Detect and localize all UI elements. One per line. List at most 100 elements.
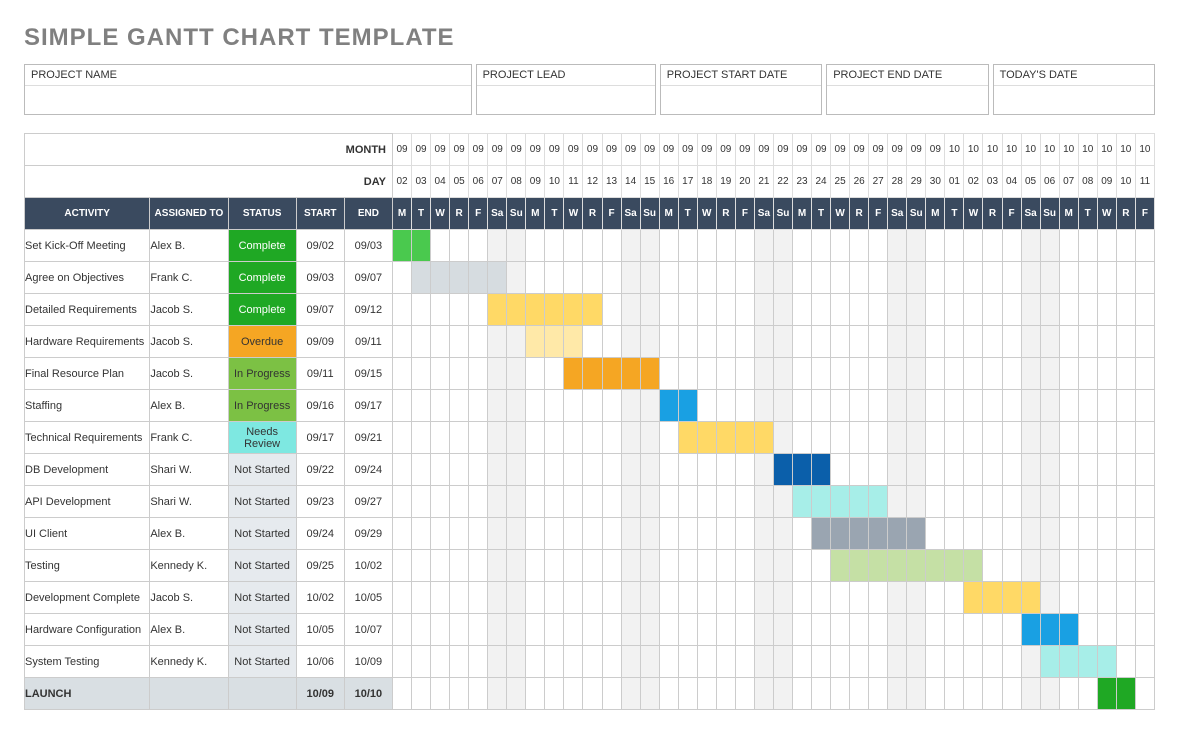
gantt-cell[interactable] xyxy=(583,518,602,550)
activity-cell[interactable]: Hardware Requirements xyxy=(25,326,150,358)
assigned-cell[interactable]: Alex B. xyxy=(150,518,228,550)
gantt-cell[interactable] xyxy=(831,422,850,454)
gantt-cell[interactable] xyxy=(640,230,659,262)
gantt-cell[interactable] xyxy=(393,646,412,678)
gantt-cell[interactable] xyxy=(735,230,754,262)
gantt-cell[interactable] xyxy=(1040,230,1059,262)
gantt-cell[interactable] xyxy=(431,646,450,678)
gantt-cell[interactable] xyxy=(583,358,602,390)
gantt-cell[interactable] xyxy=(659,294,678,326)
gantt-cell[interactable] xyxy=(1078,230,1097,262)
gantt-cell[interactable] xyxy=(1002,582,1021,614)
gantt-cell[interactable] xyxy=(545,646,564,678)
gantt-cell[interactable] xyxy=(488,262,507,294)
gantt-cell[interactable] xyxy=(1040,582,1059,614)
start-cell[interactable]: 09/24 xyxy=(296,518,344,550)
gantt-cell[interactable] xyxy=(850,358,869,390)
status-cell[interactable]: In Progress xyxy=(228,390,296,422)
gantt-cell[interactable] xyxy=(545,454,564,486)
start-cell[interactable]: 09/07 xyxy=(296,294,344,326)
gantt-cell[interactable] xyxy=(1021,454,1040,486)
gantt-cell[interactable] xyxy=(792,358,811,390)
gantt-cell[interactable] xyxy=(773,582,792,614)
gantt-cell[interactable] xyxy=(1097,678,1116,710)
gantt-cell[interactable] xyxy=(602,614,621,646)
gantt-cell[interactable] xyxy=(602,486,621,518)
gantt-cell[interactable] xyxy=(983,390,1002,422)
gantt-cell[interactable] xyxy=(469,678,488,710)
gantt-cell[interactable] xyxy=(869,454,888,486)
gantt-cell[interactable] xyxy=(393,422,412,454)
gantt-cell[interactable] xyxy=(1078,582,1097,614)
gantt-cell[interactable] xyxy=(697,294,716,326)
gantt-cell[interactable] xyxy=(926,518,945,550)
activity-cell[interactable]: Technical Requirements xyxy=(25,422,150,454)
gantt-cell[interactable] xyxy=(1078,646,1097,678)
gantt-cell[interactable] xyxy=(412,326,431,358)
gantt-cell[interactable] xyxy=(621,230,640,262)
gantt-cell[interactable] xyxy=(545,614,564,646)
gantt-cell[interactable] xyxy=(926,390,945,422)
gantt-cell[interactable] xyxy=(716,294,735,326)
gantt-cell[interactable] xyxy=(907,486,926,518)
gantt-cell[interactable] xyxy=(412,582,431,614)
gantt-cell[interactable] xyxy=(831,550,850,582)
gantt-cell[interactable] xyxy=(1002,358,1021,390)
gantt-cell[interactable] xyxy=(469,326,488,358)
gantt-cell[interactable] xyxy=(564,486,583,518)
gantt-cell[interactable] xyxy=(564,614,583,646)
gantt-cell[interactable] xyxy=(1059,230,1078,262)
gantt-cell[interactable] xyxy=(640,294,659,326)
gantt-cell[interactable] xyxy=(469,358,488,390)
gantt-cell[interactable] xyxy=(869,550,888,582)
assigned-cell[interactable]: Jacob S. xyxy=(150,582,228,614)
gantt-cell[interactable] xyxy=(526,550,545,582)
gantt-cell[interactable] xyxy=(1135,646,1154,678)
gantt-cell[interactable] xyxy=(469,582,488,614)
gantt-cell[interactable] xyxy=(488,454,507,486)
gantt-cell[interactable] xyxy=(964,326,983,358)
gantt-cell[interactable] xyxy=(545,262,564,294)
gantt-cell[interactable] xyxy=(507,614,526,646)
gantt-cell[interactable] xyxy=(583,262,602,294)
gantt-cell[interactable] xyxy=(393,390,412,422)
gantt-cell[interactable] xyxy=(850,518,869,550)
gantt-cell[interactable] xyxy=(869,486,888,518)
gantt-cell[interactable] xyxy=(964,390,983,422)
gantt-cell[interactable] xyxy=(545,678,564,710)
gantt-cell[interactable] xyxy=(1040,358,1059,390)
gantt-cell[interactable] xyxy=(964,422,983,454)
gantt-cell[interactable] xyxy=(792,614,811,646)
gantt-cell[interactable] xyxy=(621,678,640,710)
status-cell[interactable]: Not Started xyxy=(228,646,296,678)
gantt-cell[interactable] xyxy=(469,614,488,646)
gantt-cell[interactable] xyxy=(526,230,545,262)
gantt-cell[interactable] xyxy=(659,486,678,518)
activity-cell[interactable]: UI Client xyxy=(25,518,150,550)
activity-cell[interactable]: Detailed Requirements xyxy=(25,294,150,326)
gantt-cell[interactable] xyxy=(1116,550,1135,582)
gantt-cell[interactable] xyxy=(735,390,754,422)
gantt-cell[interactable] xyxy=(945,230,964,262)
gantt-cell[interactable] xyxy=(754,518,773,550)
gantt-cell[interactable] xyxy=(869,646,888,678)
gantt-cell[interactable] xyxy=(1097,422,1116,454)
gantt-cell[interactable] xyxy=(697,230,716,262)
gantt-cell[interactable] xyxy=(393,326,412,358)
start-cell[interactable]: 09/17 xyxy=(296,422,344,454)
gantt-cell[interactable] xyxy=(926,646,945,678)
gantt-cell[interactable] xyxy=(1116,486,1135,518)
gantt-cell[interactable] xyxy=(1002,614,1021,646)
gantt-cell[interactable] xyxy=(1097,294,1116,326)
gantt-cell[interactable] xyxy=(564,262,583,294)
gantt-cell[interactable] xyxy=(792,262,811,294)
gantt-cell[interactable] xyxy=(697,646,716,678)
gantt-cell[interactable] xyxy=(602,294,621,326)
gantt-cell[interactable] xyxy=(1135,518,1154,550)
gantt-cell[interactable] xyxy=(621,518,640,550)
start-cell[interactable]: 09/22 xyxy=(296,454,344,486)
gantt-cell[interactable] xyxy=(1116,646,1135,678)
gantt-cell[interactable] xyxy=(583,454,602,486)
gantt-cell[interactable] xyxy=(602,422,621,454)
gantt-cell[interactable] xyxy=(926,326,945,358)
